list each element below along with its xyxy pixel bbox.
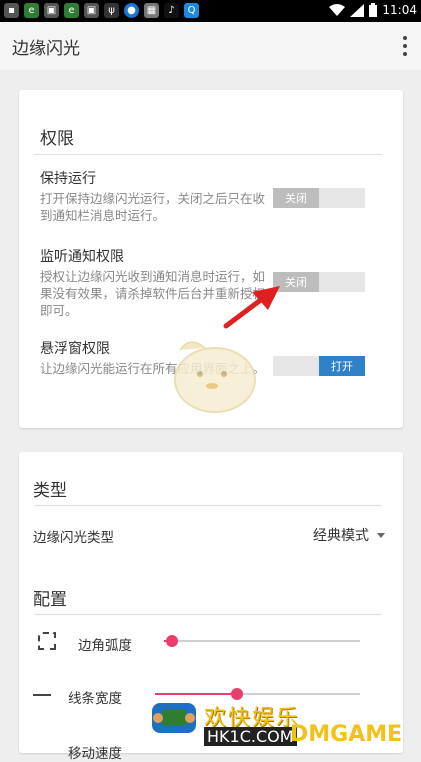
flash-type-label: 边缘闪光类型 — [33, 530, 114, 546]
slider-thumb[interactable] — [231, 688, 243, 700]
corner-radius-label: 边角弧度 — [78, 638, 132, 654]
e-icon: e — [24, 3, 39, 18]
line-width-label: 线条宽度 — [68, 691, 122, 707]
config-title: 配置 — [33, 590, 67, 610]
corner-radius-slider[interactable] — [164, 634, 360, 648]
tiktok-icon: ♪ — [164, 3, 179, 18]
type-title: 类型 — [33, 481, 67, 501]
e-icon: e — [64, 3, 79, 18]
toggle-label: 关闭 — [273, 188, 319, 208]
photo-icon: ▦ — [144, 3, 159, 18]
permissions-title: 权限 — [40, 129, 74, 149]
wifi-icon — [329, 3, 346, 16]
qq-icon: Q — [184, 3, 199, 18]
pointer-arrow-icon — [223, 286, 280, 329]
overlay-permission-toggle[interactable]: 打开 — [273, 356, 365, 376]
overlay-permission-title: 悬浮窗权限 — [40, 341, 110, 357]
usb-icon: ψ — [104, 3, 119, 18]
app-title: 边缘闪光 — [12, 39, 80, 59]
system-icons: 11:04 — [329, 3, 417, 17]
app-bar: 边缘闪光 — [0, 22, 421, 70]
divider — [34, 505, 382, 506]
gallery-icon: ▣ — [84, 3, 99, 18]
flash-type-dropdown[interactable]: 经典模式 — [313, 525, 385, 545]
speed-label: 移动速度 — [68, 746, 122, 762]
slider-thumb[interactable] — [165, 635, 178, 647]
keep-running-desc: 打开保持边缘闪光运行，关闭之后只在收到通知栏消息时运行。 — [40, 191, 266, 223]
flash-type-value: 经典模式 — [313, 528, 369, 544]
watermark-text-bottom: HK1C.COM — [204, 727, 297, 746]
notification-permission-toggle[interactable]: 关闭 — [273, 272, 365, 292]
overlay-permission-desc: 让边缘闪光能运行在所有应用界面之上。 — [40, 361, 266, 376]
status-bar: ▪ e ▣ e ▣ ψ ● ▦ ♪ Q 11:04 — [0, 0, 421, 22]
line-width-icon — [33, 694, 51, 696]
chevron-down-icon — [377, 532, 385, 538]
corner-radius-icon — [38, 632, 56, 650]
keep-running-title: 保持运行 — [40, 171, 96, 187]
overflow-menu-icon[interactable] — [401, 36, 409, 56]
notification-permission-title: 监听通知权限 — [40, 249, 124, 265]
messenger-icon: ● — [124, 3, 139, 18]
notification-icons: ▪ e ▣ e ▣ ψ ● ▦ ♪ Q — [4, 3, 199, 18]
divider — [34, 614, 382, 615]
toggle-label: 打开 — [319, 356, 365, 376]
battery-icon — [369, 3, 378, 17]
watermark-brand: DMGAME — [290, 722, 403, 747]
divider — [34, 154, 382, 155]
sim-icon: ▪ — [4, 3, 19, 18]
keep-running-toggle[interactable]: 关闭 — [273, 188, 365, 208]
gallery-icon: ▣ — [44, 3, 59, 18]
signal-icon — [350, 3, 365, 17]
game-controller-icon — [152, 703, 196, 733]
status-time: 11:04 — [382, 3, 417, 17]
